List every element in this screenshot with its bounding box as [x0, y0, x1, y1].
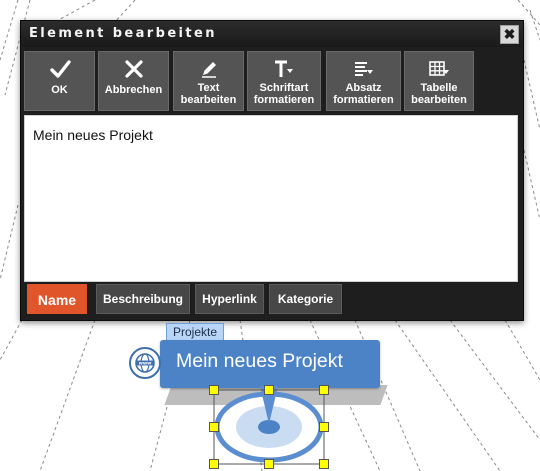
edit-text-button[interactable]: Text bearbeiten [173, 51, 244, 111]
close-x-icon [99, 58, 168, 80]
node-target-marker [209, 385, 329, 469]
name-text-editor[interactable]: Mein neues Projekt [24, 115, 518, 282]
text-format-icon [248, 58, 320, 80]
node-title: Mein neues Projekt [176, 350, 343, 372]
edit-text-button-label: Text bearbeiten [180, 82, 237, 106]
font-format-button-label: Schriftart formatieren [253, 82, 315, 106]
tab-category[interactable]: Kategorie [269, 284, 342, 314]
edit-table-button[interactable]: Tabelle bearbeiten [404, 51, 474, 111]
cancel-button-label: Abbrechen [104, 84, 163, 96]
cancel-button[interactable]: Abbrechen [98, 51, 169, 111]
svg-text:www: www [139, 362, 152, 367]
dialog-title: Element bearbeiten [29, 26, 217, 41]
tab-hyperlink[interactable]: Hyperlink [195, 284, 264, 314]
font-format-button[interactable]: Schriftart formatieren [247, 51, 321, 111]
paragraph-format-button-label: Absatz formatieren [333, 82, 394, 106]
edit-table-button-label: Tabelle bearbeiten [411, 82, 467, 106]
ok-button-label: OK [51, 84, 68, 96]
editor-text: Mein neues Projekt [33, 127, 153, 143]
tab-name[interactable]: Name [27, 284, 87, 314]
paragraph-format-button[interactable]: Absatz formatieren [326, 51, 401, 111]
edit-element-dialog: Element bearbeiten ✖ OK Abbrechen Text b… [20, 20, 524, 321]
dialog-close-button[interactable]: ✖ [500, 25, 519, 44]
table-icon [405, 58, 473, 80]
ok-button[interactable]: OK [24, 51, 95, 111]
close-icon: ✖ [503, 26, 516, 42]
paragraph-format-icon [327, 58, 400, 80]
checkmark-icon [25, 58, 94, 80]
web-globe-icon[interactable]: www [129, 347, 161, 379]
dialog-titlebar[interactable]: Element bearbeiten ✖ [21, 21, 523, 47]
tab-description[interactable]: Beschreibung [96, 284, 190, 314]
pencil-icon [174, 58, 243, 80]
